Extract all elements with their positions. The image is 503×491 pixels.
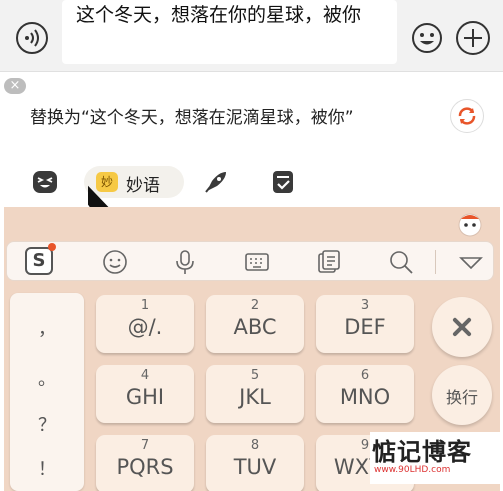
message-input-text: 这个冬天，想落在你的星球，被你 [76,4,362,26]
punctuation-column[interactable]: ， 。 ？ ！ [10,293,84,491]
punct-exclaim[interactable]: ！ [10,455,84,481]
key-number: 6 [360,368,370,383]
suggestion-panel: × 替换为“这个冬天，想落在泥滴星球，被你” 妙 妙语 [0,73,503,250]
watermark-url: www.90LHD.com [374,465,451,475]
newline-label: 换行 [445,388,478,407]
smiley-icon [412,23,442,53]
key-number: 4 [140,368,150,383]
microphone-icon[interactable] [171,248,199,276]
key-2[interactable]: 2 ABC [206,295,304,353]
key-letters: TUV [233,455,277,479]
key-3[interactable]: 3 DEF [316,295,414,353]
watermark: 惦记博客 www.90LHD.com [370,432,500,484]
key-letters: MNO [339,385,391,409]
punct-question[interactable]: ？ [10,411,84,437]
emoji-icon[interactable] [101,248,129,276]
newline-key[interactable]: 换行 [432,365,492,425]
key-letters: @/. [127,315,163,339]
keyboard-toolbar: S [6,241,494,281]
key-letters: DEF [344,315,386,339]
check-note-icon[interactable] [270,169,296,195]
voice-wave-icon [25,29,39,47]
key-1[interactable]: 1 @/. [96,295,194,353]
watermark-title: 惦记博客 [372,438,472,466]
sogou-logo-icon[interactable]: S [25,247,53,275]
key-letters: ABC [233,315,277,339]
dismiss-suggestion-button[interactable]: × [4,78,26,94]
rocket-icon[interactable] [203,169,229,195]
suggestion-text[interactable]: 替换为“这个冬天，想落在泥滴星球，被你” [30,103,354,128]
key-letters: PQRS [116,455,174,479]
mascot-icon[interactable] [456,211,484,237]
clipboard-icon[interactable] [315,248,343,276]
expression-face-icon[interactable] [32,169,58,195]
key-8[interactable]: 8 TUV [206,435,304,491]
feature-tabs: 妙 妙语 [0,165,503,201]
more-button[interactable] [456,21,490,55]
key-number: 2 [250,298,260,313]
notification-dot [48,243,56,251]
delete-key[interactable] [432,297,492,357]
message-input[interactable]: 这个冬天，想落在你的星球，被你 [62,0,397,64]
search-icon[interactable] [387,248,415,276]
key-number: 3 [360,298,370,313]
key-letters: JKL [239,385,271,409]
key-number: 1 [140,298,150,313]
collapse-icon[interactable] [457,248,485,276]
key-number: 7 [140,438,150,453]
key-letters: GHI [125,385,165,409]
punct-period[interactable]: 。 [10,365,84,391]
voice-input-button[interactable] [16,22,48,54]
refresh-icon [458,107,476,125]
key-4[interactable]: 4 GHI [96,365,194,423]
key-6[interactable]: 6 MNO [316,365,414,423]
toolbar-divider [435,250,436,274]
keyboard-icon[interactable] [243,248,271,276]
key-5[interactable]: 5 JKL [206,365,304,423]
chat-input-bar: 这个冬天，想落在你的星球，被你 [0,0,503,72]
refresh-suggestion-button[interactable] [450,99,484,133]
key-number: 5 [250,368,260,383]
key-number: 8 [250,438,260,453]
emoji-button[interactable] [411,22,443,54]
key-7[interactable]: 7 PQRS [96,435,194,491]
punct-comma[interactable]: ， [10,315,84,341]
